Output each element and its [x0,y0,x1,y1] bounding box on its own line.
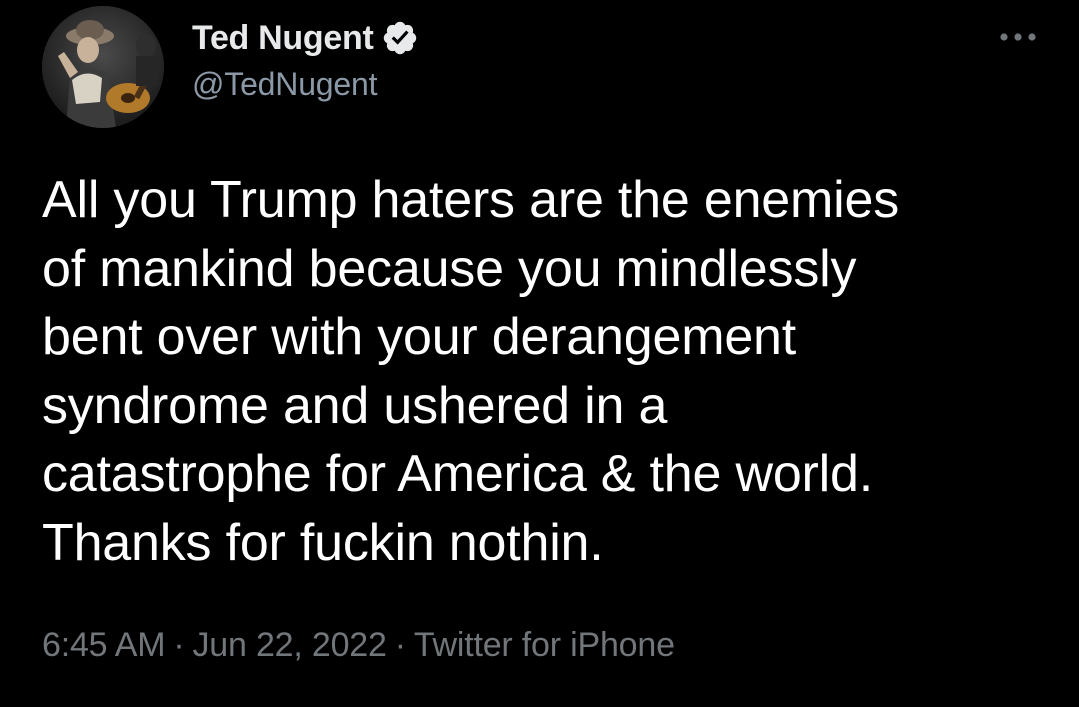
tweet-text-line: syndrome and ushered in a [42,376,668,435]
tweet-text-line: All you Trump haters are the enemies [42,171,899,229]
meta-separator: · [173,626,185,664]
tweet-text: All you Trump haters are the enemies of … [42,166,1052,577]
tweet-card: Ted Nugent @TedNugent All you Trump hate… [0,0,1079,707]
author-avatar[interactable] [42,6,164,128]
author-display-name[interactable]: Ted Nugent [192,19,374,58]
tweet-metadata: 6:45 AM · Jun 22, 2022 · Twitter for iPhone [42,626,675,665]
tweet-text-line: catastrophe for America & the world. [42,445,873,503]
tweet-text-line: bent over with your derangement [42,308,797,366]
author-name-row: Ted Nugent [192,16,419,60]
tweet-source-link[interactable]: Twitter for iPhone [414,626,675,664]
tweet-text-line: of mankind because you mindlessly [42,239,857,298]
tweet-text-line: Thanks for fuckin nothin. [42,513,604,572]
avatar-image [42,6,164,128]
meta-separator: · [394,626,406,664]
tweet-date[interactable]: Jun 22, 2022 [192,626,386,664]
verified-badge-icon [381,19,419,57]
tweet-time[interactable]: 6:45 AM [42,626,166,664]
author-handle[interactable]: @TedNugent [192,66,377,103]
more-options-icon[interactable] [996,22,1040,52]
